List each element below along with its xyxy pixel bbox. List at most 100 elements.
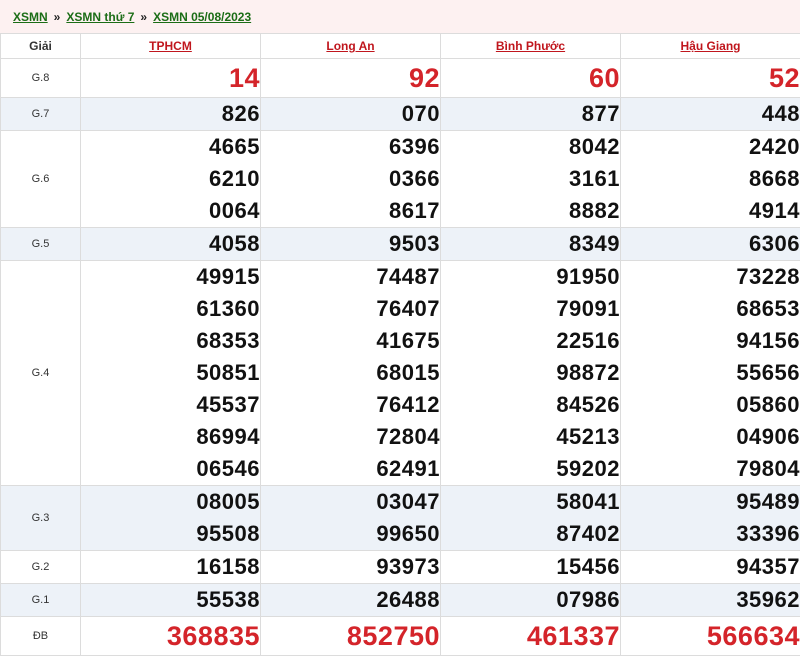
prize-number: 06546 [196, 456, 260, 481]
prize-cell-binh-phuoc: 15456 [440, 550, 621, 584]
prize-number: 73228 [736, 264, 800, 289]
results-table: Giải TPHCM Long An Bình Phước Hậu Giang … [0, 33, 800, 656]
breadcrumb-separator: » [140, 9, 148, 24]
prize-row-g6: G.6 4665 6210 0064 6396 0366 8617 8042 3161 8882 2… [0, 130, 800, 228]
prize-number: 8349 [569, 231, 620, 256]
prize-number: 877 [581, 101, 620, 126]
prize-cell-binh-phuoc: 461337 [440, 616, 621, 656]
prize-number: 72804 [376, 424, 440, 449]
prize-cell-tphcm: 55538 [80, 583, 261, 617]
prize-number: 8882 [569, 198, 620, 223]
prize-cell-long-an: 74487 76407 41675 68015 76412 72804 62491 [260, 260, 441, 486]
prize-cell-tphcm: 08005 95508 [80, 485, 261, 551]
prize-number: 92 [408, 63, 440, 93]
prize-cell-binh-phuoc: 91950 79091 22516 98872 84526 45213 59202 [440, 260, 621, 486]
prize-row-g7: G.7 826 070 877 448 [0, 97, 800, 131]
prize-number: 58041 [556, 489, 620, 514]
prize-row-g4: G.4 49915 61360 68353 50851 45537 86994 06546 74… [0, 260, 800, 486]
prize-number: 03047 [376, 489, 440, 514]
prize-row-db: ĐB 368835 852750 461337 566634 [0, 616, 800, 656]
prize-label: G.7 [0, 97, 81, 131]
prize-cell-tphcm: 4058 [80, 227, 261, 261]
prize-number: 07986 [556, 587, 620, 612]
header-province-hau-giang[interactable]: Hậu Giang [620, 33, 800, 59]
prize-number: 05860 [736, 392, 800, 417]
prize-label: ĐB [0, 616, 81, 656]
prize-number: 8668 [749, 166, 800, 191]
prize-number: 79804 [736, 456, 800, 481]
prize-number: 8617 [389, 198, 440, 223]
prize-cell-binh-phuoc: 8042 3161 8882 [440, 130, 621, 228]
breadcrumb-link-xsmn-thu7[interactable]: XSMN thứ 7 [66, 10, 134, 24]
prize-row-g5: G.5 4058 9503 8349 6306 [0, 227, 800, 261]
prize-number: 04906 [736, 424, 800, 449]
prize-cell-tphcm: 826 [80, 97, 261, 131]
prize-number: 26488 [376, 587, 440, 612]
prize-number: 45537 [196, 392, 260, 417]
prize-row-g1: G.1 55538 26488 07986 35962 [0, 583, 800, 617]
prize-cell-binh-phuoc: 58041 87402 [440, 485, 621, 551]
prize-number: 35962 [736, 587, 800, 612]
prize-number: 0064 [209, 198, 260, 223]
prize-number: 461337 [526, 621, 620, 651]
prize-cell-hau-giang: 95489 33396 [620, 485, 800, 551]
prize-number: 14 [228, 63, 260, 93]
prize-number: 52 [768, 63, 800, 93]
prize-number: 8042 [569, 134, 620, 159]
prize-label: G.4 [0, 260, 81, 486]
prize-number: 448 [761, 101, 800, 126]
prize-number: 55538 [196, 587, 260, 612]
prize-number: 9503 [389, 231, 440, 256]
breadcrumb-link-xsmn[interactable]: XSMN [13, 10, 48, 24]
prize-number: 49915 [196, 264, 260, 289]
header-province-binh-phuoc[interactable]: Bình Phước [440, 33, 621, 59]
prize-cell-hau-giang: 2420 8668 4914 [620, 130, 800, 228]
prize-number: 45213 [556, 424, 620, 449]
prize-number: 2420 [749, 134, 800, 159]
prize-number: 22516 [556, 328, 620, 353]
prize-cell-tphcm: 14 [80, 58, 261, 98]
prize-number: 60 [588, 63, 620, 93]
prize-cell-tphcm: 4665 6210 0064 [80, 130, 261, 228]
prize-number: 86994 [196, 424, 260, 449]
prize-number: 6306 [749, 231, 800, 256]
header-row: Giải TPHCM Long An Bình Phước Hậu Giang [0, 33, 800, 59]
prize-number: 41675 [376, 328, 440, 353]
prize-number: 95508 [196, 521, 260, 546]
prize-number: 0366 [389, 166, 440, 191]
breadcrumb-link-xsmn-date[interactable]: XSMN 05/08/2023 [153, 10, 251, 24]
prize-number: 070 [401, 101, 440, 126]
prize-cell-long-an: 852750 [260, 616, 441, 656]
prize-number: 6396 [389, 134, 440, 159]
prize-number: 68015 [376, 360, 440, 385]
prize-number: 84526 [556, 392, 620, 417]
header-giai: Giải [0, 33, 81, 59]
prize-number: 62491 [376, 456, 440, 481]
prize-number: 98872 [556, 360, 620, 385]
prize-number: 99650 [376, 521, 440, 546]
prize-cell-hau-giang: 566634 [620, 616, 800, 656]
breadcrumb-separator: » [53, 9, 61, 24]
prize-cell-binh-phuoc: 8349 [440, 227, 621, 261]
prize-number: 33396 [736, 521, 800, 546]
prize-number: 15456 [556, 554, 620, 579]
prize-number: 74487 [376, 264, 440, 289]
prize-number: 87402 [556, 521, 620, 546]
prize-row-g2: G.2 16158 93973 15456 94357 [0, 550, 800, 584]
prize-cell-hau-giang: 52 [620, 58, 800, 98]
prize-number: 852750 [346, 621, 440, 651]
prize-number: 76412 [376, 392, 440, 417]
prize-number: 94357 [736, 554, 800, 579]
header-province-long-an[interactable]: Long An [260, 33, 441, 59]
prize-cell-tphcm: 368835 [80, 616, 261, 656]
prize-number: 91950 [556, 264, 620, 289]
prize-number: 3161 [569, 166, 620, 191]
prize-cell-long-an: 26488 [260, 583, 441, 617]
header-province-tphcm[interactable]: TPHCM [80, 33, 261, 59]
prize-label: G.2 [0, 550, 81, 584]
prize-row-g8: G.8 14 92 60 52 [0, 58, 800, 98]
prize-number: 368835 [166, 621, 260, 651]
prize-number: 61360 [196, 296, 260, 321]
prize-number: 4058 [209, 231, 260, 256]
prize-cell-hau-giang: 94357 [620, 550, 800, 584]
